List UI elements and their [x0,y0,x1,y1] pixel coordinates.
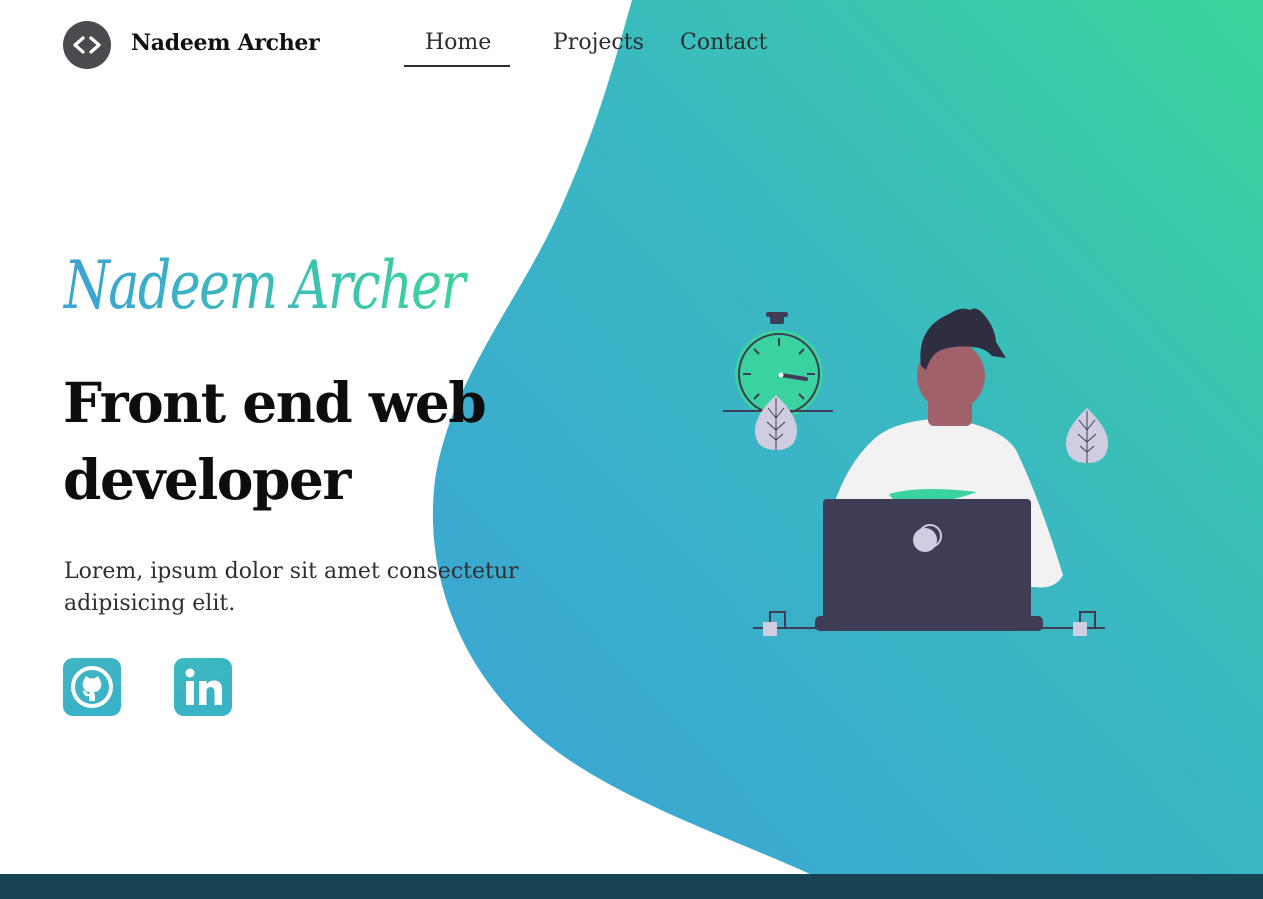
laptop-icon [815,499,1043,631]
footer-bar [0,874,1263,899]
nav-projects[interactable]: Projects [553,30,644,55]
github-icon [71,666,113,708]
script-name-text: Nadeem Archer [62,247,468,324]
nav-home[interactable]: Home [425,30,491,55]
script-name-heading: Nadeem Archer [62,247,470,324]
developer-illustration [723,308,1108,636]
github-link[interactable] [63,658,121,716]
site-header: Nadeem Archer Home Projects Contact [0,0,1263,90]
linkedin-link[interactable] [174,658,232,716]
hero-description: Lorem, ipsum dolor sit amet consectetur … [64,559,519,616]
nav-contact[interactable]: Contact [680,30,767,55]
code-brackets-icon [73,36,101,54]
logo-badge[interactable] [63,21,111,69]
role-heading: Front end web developer [63,370,487,512]
linkedin-icon [185,668,222,705]
nav-active-underline [404,65,510,67]
right-leaf-icon [1066,408,1108,463]
page: Nadeem Archer Home Projects Contact Nade… [0,0,1263,899]
brand-name[interactable]: Nadeem Archer [131,30,320,56]
